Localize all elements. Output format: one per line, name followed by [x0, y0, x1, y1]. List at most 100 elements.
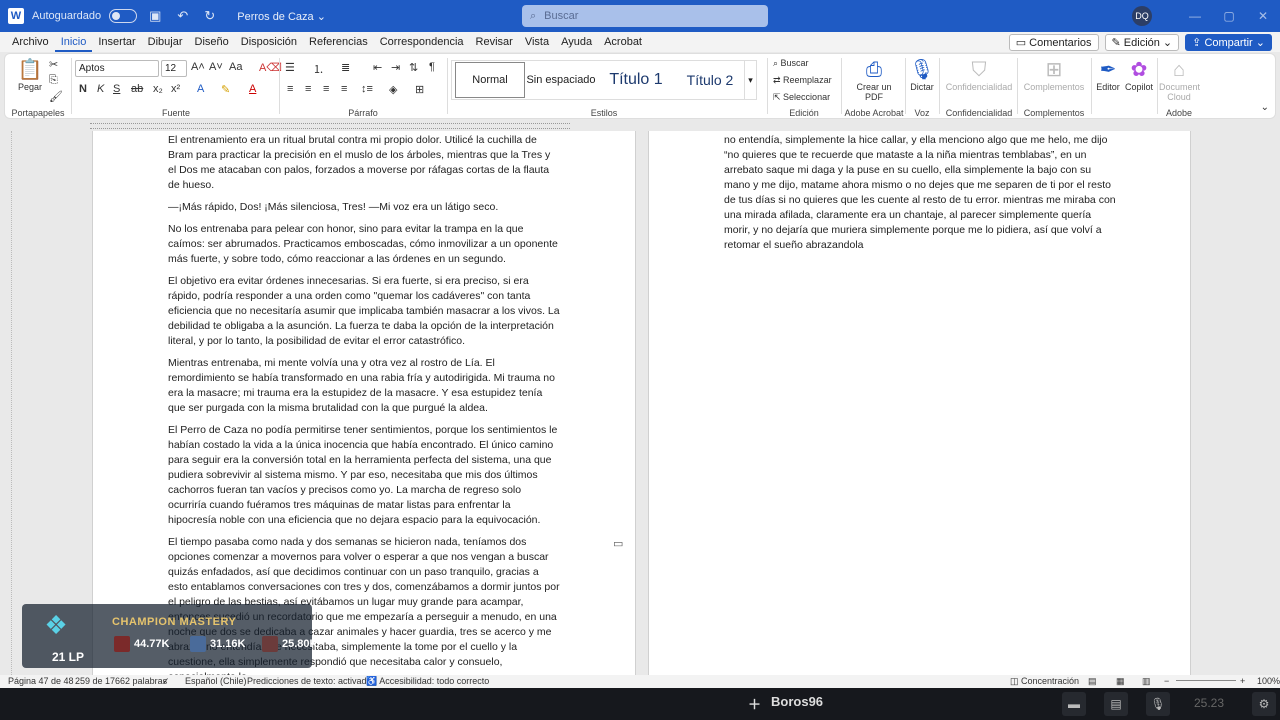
editor-button[interactable]: ✒ Editor	[1093, 58, 1123, 92]
paragraph[interactable]: no entendía, simplemente la hice callar,…	[724, 133, 1120, 253]
add-icon[interactable]: ＋	[748, 694, 761, 713]
line-spacing-icon[interactable]: ↕≡	[361, 83, 373, 95]
font-name-select[interactable]: Aptos	[75, 60, 159, 77]
format-painter-icon[interactable]: 🖌	[49, 90, 63, 103]
zoom-slider[interactable]	[1176, 680, 1236, 681]
tab-archivo[interactable]: Archivo	[6, 32, 55, 52]
underline-icon[interactable]: S	[113, 83, 120, 95]
sort-icon[interactable]: ⇅	[409, 61, 418, 74]
dictate-button[interactable]: 🎙 Dictar	[907, 58, 937, 92]
edit-mode-button[interactable]: ✎ Edición ⌄	[1104, 34, 1180, 51]
tab-insertar[interactable]: Insertar	[92, 32, 141, 52]
align-right-icon[interactable]: ≡	[323, 83, 329, 95]
read-mode-icon[interactable]: ▤	[1088, 676, 1097, 687]
tab-acrobat[interactable]: Acrobat	[598, 32, 648, 52]
page-body[interactable]: no entendía, simplemente la hice callar,…	[724, 133, 1120, 260]
text-effects-icon[interactable]: A	[197, 83, 204, 95]
align-center-icon[interactable]: ≡	[305, 83, 311, 95]
numbering-icon[interactable]: ⒈	[313, 61, 324, 77]
tab-dibujar[interactable]: Dibujar	[142, 32, 189, 52]
proofing-icon[interactable]: ✓	[162, 676, 170, 687]
justify-icon[interactable]: ≡	[341, 83, 347, 95]
increase-indent-icon[interactable]: ⇥	[391, 61, 400, 74]
zoom-out-icon[interactable]: −	[1164, 676, 1169, 686]
paragraph[interactable]: No los entrenaba para pelear con honor, …	[168, 222, 560, 267]
tab-inicio[interactable]: Inicio	[54, 32, 93, 52]
web-layout-icon[interactable]: ▥	[1142, 676, 1151, 687]
chat-icon[interactable]: ▬	[1062, 692, 1086, 716]
italic-icon[interactable]: K	[97, 83, 104, 95]
text-predictions[interactable]: Predicciones de texto: activado	[247, 676, 372, 686]
replace-button[interactable]: ⇄ Reemplazar	[773, 75, 832, 86]
shading-icon[interactable]: ◈	[389, 83, 397, 96]
maximize-icon[interactable]: ▢	[1212, 9, 1246, 23]
player-name[interactable]: Boros96	[771, 694, 823, 713]
font-color-icon[interactable]: A	[249, 83, 256, 95]
search-input[interactable]: ⌕ Buscar	[522, 5, 768, 27]
accessibility-status[interactable]: ♿ Accesibilidad: todo correcto	[366, 676, 489, 687]
paragraph[interactable]: —¡Más rápido, Dos! ¡Más silenciosa, Tres…	[168, 200, 560, 215]
undo-icon[interactable]: ↶	[173, 8, 192, 24]
shrink-font-icon[interactable]: A˅	[209, 61, 223, 73]
copilot-button[interactable]: ✿ Copilot	[1123, 58, 1155, 92]
microphone-icon[interactable]: 🎙	[1146, 692, 1170, 716]
zoom-level[interactable]: 100%	[1257, 676, 1280, 686]
multilevel-list-icon[interactable]: ≣	[341, 61, 350, 74]
page[interactable]: no entendía, simplemente la hice callar,…	[648, 131, 1191, 675]
collapse-ribbon-icon[interactable]: ⌄	[1261, 102, 1269, 113]
borders-icon[interactable]: ⊞	[415, 83, 424, 96]
close-icon[interactable]: ✕	[1246, 9, 1280, 23]
language[interactable]: Español (Chile)	[185, 676, 247, 686]
paste-button[interactable]: 📋 Pegar	[13, 58, 47, 92]
highlight-icon[interactable]: ✎	[221, 83, 230, 96]
document-cloud-button[interactable]: ⌂ Document Cloud	[1159, 58, 1200, 102]
bullets-icon[interactable]: ☰	[285, 61, 295, 74]
paragraph[interactable]: El Perro de Caza no podía permitirse ten…	[168, 423, 560, 528]
tab-revisar[interactable]: Revisar	[470, 32, 519, 52]
grow-font-icon[interactable]: A˄	[191, 61, 205, 73]
avatar[interactable]: DQ	[1132, 6, 1152, 26]
document-canvas[interactable]: El entrenamiento era un ritual brutal co…	[12, 131, 1280, 675]
font-size-select[interactable]: 12	[161, 60, 187, 77]
copy-icon[interactable]: ⎘	[49, 74, 58, 87]
minimize-icon[interactable]: —	[1178, 9, 1212, 23]
zoom-in-icon[interactable]: +	[1240, 676, 1245, 686]
cut-icon[interactable]: ✂	[49, 58, 58, 71]
page[interactable]: El entrenamiento era un ritual brutal co…	[92, 131, 636, 675]
create-pdf-button[interactable]: ⎙ Crear un PDF	[853, 58, 895, 102]
print-layout-icon[interactable]: ▦	[1116, 676, 1125, 687]
decrease-indent-icon[interactable]: ⇤	[373, 61, 382, 74]
document-title[interactable]: Perros de Caza ⌄	[237, 10, 326, 23]
tab-ayuda[interactable]: Ayuda	[555, 32, 598, 52]
redo-icon[interactable]: ↻	[200, 8, 219, 24]
superscript-icon[interactable]: x²	[171, 83, 180, 95]
page-body[interactable]: El entrenamiento era un ritual brutal co…	[168, 133, 560, 675]
paragraph[interactable]: Mientras entrenaba, mi mente volvía una …	[168, 356, 560, 416]
strikethrough-icon[interactable]: ab	[131, 83, 143, 95]
word-count[interactable]: 259 de 17662 palabras	[75, 676, 167, 686]
settings-gear-icon[interactable]: ⚙	[1252, 692, 1276, 716]
comment-marker-icon[interactable]: ▭	[613, 537, 623, 550]
page-count[interactable]: Página 47 de 48	[8, 676, 74, 686]
tab-referencias[interactable]: Referencias	[303, 32, 374, 52]
addins-button[interactable]: ⊞ Complementos	[1019, 58, 1089, 92]
tab-disposicion[interactable]: Disposición	[235, 32, 303, 52]
inventory-icon[interactable]: ▤	[1104, 692, 1128, 716]
tab-vista[interactable]: Vista	[519, 32, 555, 52]
paragraph[interactable]: El objetivo era evitar órdenes innecesar…	[168, 274, 560, 349]
tab-correspondencia[interactable]: Correspondencia	[374, 32, 470, 52]
bold-icon[interactable]: N	[79, 83, 87, 95]
autosave-toggle[interactable]	[109, 9, 138, 23]
subscript-icon[interactable]: x₂	[153, 83, 163, 95]
tab-diseno[interactable]: Diseño	[189, 32, 235, 52]
share-button[interactable]: ⇪ Compartir ⌄	[1185, 34, 1272, 51]
focus-mode[interactable]: ◫ Concentración	[1010, 676, 1079, 687]
change-case-icon[interactable]: Aa	[229, 61, 242, 73]
select-button[interactable]: ⇱ Seleccionar	[773, 92, 830, 103]
save-icon[interactable]: ▣	[145, 8, 165, 24]
comments-button[interactable]: ▭ Comentarios	[1008, 34, 1099, 51]
paragraph[interactable]: El entrenamiento era un ritual brutal co…	[168, 133, 560, 193]
sensitivity-button[interactable]: ⛉ Confidencialidad	[941, 58, 1017, 92]
align-left-icon[interactable]: ≡	[287, 83, 293, 95]
pilcrow-icon[interactable]: ¶	[429, 61, 435, 73]
